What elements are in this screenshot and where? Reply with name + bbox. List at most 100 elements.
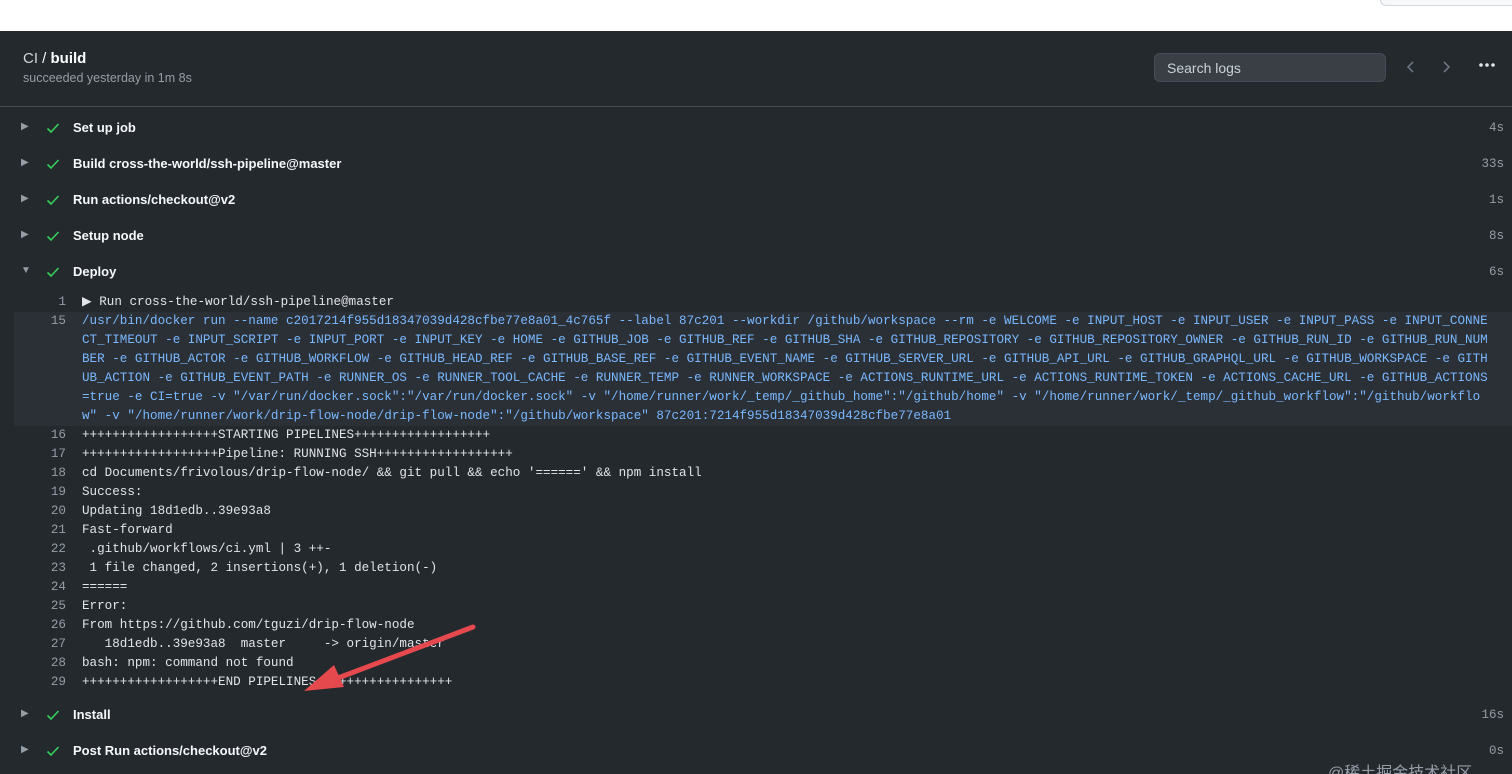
step-duration: 0s bbox=[1488, 744, 1504, 758]
step-row[interactable]: ▶ Setup node 8s bbox=[0, 218, 1512, 254]
chevron-right-icon[interactable]: ▶ bbox=[21, 708, 33, 720]
log-line: 23 1 file changed, 2 insertions(+), 1 de… bbox=[0, 559, 1512, 578]
step-duration: 16s bbox=[1481, 708, 1504, 722]
log-text: bash: npm: command not found bbox=[82, 656, 294, 670]
kebab-horizontal-icon bbox=[1479, 63, 1495, 67]
line-number[interactable]: 29 bbox=[14, 673, 66, 692]
log-line: 29 ++++++++++++++++++END PIPELINES+++++++… bbox=[0, 673, 1512, 692]
step-row[interactable]: ▶ Post Run actions/checkout@v2 0s bbox=[0, 733, 1512, 769]
step-duration: 1s bbox=[1488, 193, 1504, 207]
log-line: 17 ++++++++++++++++++Pipeline: RUNNING SS… bbox=[0, 445, 1512, 464]
log-group-toggle[interactable]: ▶ Run cross-the-world/ssh-pipeline@maste… bbox=[82, 293, 394, 312]
log-text: ++++++++++++++++++END PIPELINES+++++++++… bbox=[82, 675, 453, 689]
check-icon bbox=[46, 123, 60, 134]
line-number[interactable]: 1 bbox=[14, 293, 66, 312]
step-name: Post Run actions/checkout@v2 bbox=[73, 743, 267, 758]
more-options-button[interactable] bbox=[1474, 55, 1500, 79]
log-text: 18d1edb..39e93a8 master -> origin/master bbox=[82, 637, 445, 651]
page-title: CI / build bbox=[23, 50, 86, 67]
chevron-down-icon[interactable]: ▼ bbox=[21, 265, 33, 277]
step-row[interactable]: ▶ Install 16s bbox=[0, 697, 1512, 733]
log-line: 18 cd Documents/frivolous/drip-flow-node/… bbox=[0, 464, 1512, 483]
line-number[interactable]: 24 bbox=[14, 578, 66, 597]
step-duration: 6s bbox=[1488, 265, 1504, 279]
log-text: .github/workflows/ci.yml | 3 ++- bbox=[82, 542, 332, 556]
step-row[interactable]: ▶ Build cross-the-world/ssh-pipeline@mas… bbox=[0, 146, 1512, 182]
log-text: Success: bbox=[82, 485, 143, 499]
log-line-error: 28 bash: npm: command not found bbox=[0, 654, 1512, 673]
log-text: From https://github.com/tguzi/drip-flow-… bbox=[82, 618, 415, 632]
line-number[interactable]: 19 bbox=[14, 483, 66, 502]
check-icon bbox=[46, 746, 60, 757]
chevron-right-icon[interactable]: ▶ bbox=[21, 121, 33, 133]
chevron-right-icon[interactable]: ▶ bbox=[21, 744, 33, 756]
log-text: ++++++++++++++++++STARTING PIPELINES++++… bbox=[82, 428, 491, 442]
previous-match-button[interactable] bbox=[1399, 55, 1423, 79]
log-text: ====== bbox=[82, 580, 128, 594]
log-text: ++++++++++++++++++Pipeline: RUNNING SSH+… bbox=[82, 447, 513, 461]
log-line: 26 From https://github.com/tguzi/drip-flo… bbox=[0, 616, 1512, 635]
chevron-right-icon[interactable]: ▶ bbox=[21, 193, 33, 205]
step-duration: 8s bbox=[1488, 229, 1504, 243]
chevron-right-icon bbox=[1443, 61, 1451, 73]
workflow-name[interactable]: CI bbox=[23, 50, 38, 67]
log-line: 16 ++++++++++++++++++STARTING PIPELINES++… bbox=[0, 426, 1512, 445]
line-number[interactable]: 20 bbox=[14, 502, 66, 521]
check-icon bbox=[46, 267, 60, 278]
step-duration: 4s bbox=[1488, 121, 1504, 135]
step-name: Run actions/checkout@v2 bbox=[73, 192, 236, 207]
step-name: Setup node bbox=[73, 228, 144, 243]
docker-command-text: /usr/bin/docker run --name c2017214f955d… bbox=[82, 314, 1488, 423]
browser-top-strip bbox=[0, 0, 1512, 31]
line-number[interactable]: 22 bbox=[14, 540, 66, 559]
watermark: @稀土掘金技术社区 bbox=[1328, 765, 1473, 774]
log-text: Updating 18d1edb..39e93a8 bbox=[82, 504, 271, 518]
line-number[interactable]: 28 bbox=[14, 654, 66, 673]
check-icon bbox=[46, 195, 60, 206]
line-number[interactable]: 15 bbox=[14, 312, 66, 331]
chevron-right-icon[interactable]: ▶ bbox=[21, 229, 33, 241]
search-logs-input[interactable] bbox=[1154, 53, 1386, 82]
line-number[interactable]: 23 bbox=[14, 559, 66, 578]
line-number[interactable]: 16 bbox=[14, 426, 66, 445]
log-text: cd Documents/frivolous/drip-flow-node/ &… bbox=[82, 466, 702, 480]
log-command-block[interactable]: 15 /usr/bin/docker run --name c2017214f9… bbox=[14, 312, 1512, 426]
step-row[interactable]: ▶ Run actions/checkout@v2 1s bbox=[0, 182, 1512, 218]
line-number[interactable]: 21 bbox=[14, 521, 66, 540]
next-match-button[interactable] bbox=[1434, 55, 1458, 79]
step-name: Deploy bbox=[73, 264, 117, 279]
top-right-control[interactable] bbox=[1380, 0, 1512, 6]
log-text: Fast-forward bbox=[82, 523, 173, 537]
check-icon bbox=[46, 159, 60, 170]
step-row[interactable]: ▶ Set up job 4s bbox=[0, 110, 1512, 146]
job-log-panel: CI / build succeeded yesterday in 1m 8s … bbox=[0, 31, 1512, 774]
title-separator: / bbox=[38, 50, 51, 67]
line-number[interactable]: 26 bbox=[14, 616, 66, 635]
line-number[interactable]: 25 bbox=[14, 597, 66, 616]
step-name: Install bbox=[73, 707, 111, 722]
line-number[interactable]: 27 bbox=[14, 635, 66, 654]
job-header: CI / build succeeded yesterday in 1m 8s bbox=[0, 31, 1512, 107]
job-status-text: succeeded yesterday in 1m 8s bbox=[23, 71, 192, 85]
log-line: 20 Updating 18d1edb..39e93a8 bbox=[0, 502, 1512, 521]
log-line: 19 Success: bbox=[0, 483, 1512, 502]
log-line: 25 Error: bbox=[0, 597, 1512, 616]
chevron-right-icon[interactable]: ▶ bbox=[21, 157, 33, 169]
log-text: 1 file changed, 2 insertions(+), 1 delet… bbox=[82, 561, 438, 575]
chevron-left-icon bbox=[1406, 61, 1414, 73]
step-duration: 33s bbox=[1481, 157, 1504, 171]
step-name: Set up job bbox=[73, 120, 136, 135]
check-icon bbox=[46, 231, 60, 242]
step-name: Build cross-the-world/ssh-pipeline@maste… bbox=[73, 156, 342, 171]
log-line: 22 .github/workflows/ci.yml | 3 ++- bbox=[0, 540, 1512, 559]
line-number[interactable]: 18 bbox=[14, 464, 66, 483]
log-line: 21 Fast-forward bbox=[0, 521, 1512, 540]
log-line[interactable]: 1 ▶ Run cross-the-world/ssh-pipeline@mas… bbox=[0, 293, 1512, 312]
log-text: Error: bbox=[82, 599, 128, 613]
job-name: build bbox=[50, 50, 87, 67]
step-row-deploy[interactable]: ▼ Deploy 6s bbox=[0, 254, 1512, 290]
log-line: 27 18d1edb..39e93a8 master -> origin/mas… bbox=[0, 635, 1512, 654]
log-line: 24 ====== bbox=[0, 578, 1512, 597]
check-icon bbox=[46, 710, 60, 721]
line-number[interactable]: 17 bbox=[14, 445, 66, 464]
